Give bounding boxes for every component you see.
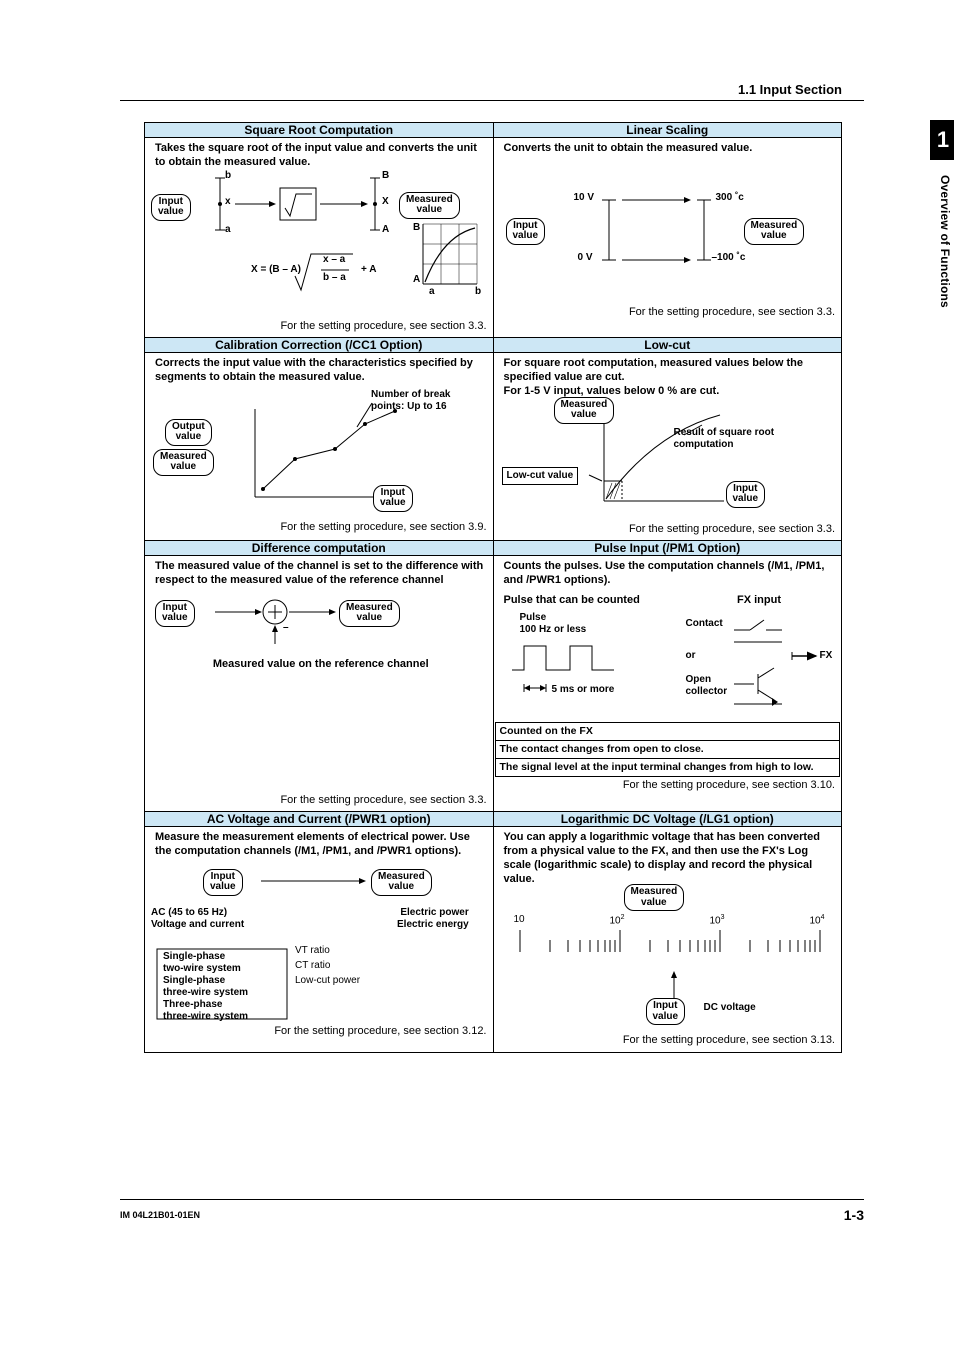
- foot-lowcut: For the setting procedure, see section 3…: [494, 523, 842, 541]
- lbl-minus: –: [283, 622, 289, 635]
- chapter-label: Overview of Functions: [938, 175, 952, 308]
- cell-logdc: You can apply a logarithmic voltage that…: [493, 827, 842, 1053]
- rule-bottom: [120, 1199, 864, 1200]
- bubble-input: Inputvalue: [155, 600, 195, 627]
- bubble-input: Inputvalue: [373, 485, 413, 512]
- formula-rhs: + A: [361, 264, 376, 277]
- lbl-systems: Single-phasetwo-wire systemSingle-phaset…: [163, 951, 248, 1023]
- bubble-measured: Measuredvalue: [624, 884, 685, 911]
- lbl-dc: DC voltage: [704, 1002, 756, 1015]
- lowcut-desc1: For square root computation, measured va…: [504, 357, 804, 383]
- lbl-electric: Electric powerElectric energy: [397, 907, 469, 932]
- foot-acv: For the setting procedure, see section 3…: [145, 1025, 493, 1043]
- bubble-measured: Measuredvalue: [339, 600, 400, 627]
- bubble-measured: Measuredvalue: [153, 449, 214, 476]
- lbl-a-low: a: [225, 224, 231, 237]
- formula-lhs: X = (B – A): [251, 264, 301, 277]
- ax-A: A: [413, 274, 420, 287]
- bubble-output: Outputvalue: [165, 419, 212, 446]
- lbl-5ms: 5 ms or more: [552, 684, 615, 697]
- cell-calib: Corrects the input value with the charac…: [145, 353, 494, 541]
- foot-calib: For the setting procedure, see section 3…: [145, 521, 493, 539]
- formula-den: b – a: [323, 272, 346, 285]
- lowcut-desc2: For 1-5 V input, values below 0 % are cu…: [504, 385, 720, 397]
- lbl-A-up: A: [382, 224, 389, 237]
- pulse-desc: Counts the pulses. Use the computation c…: [504, 560, 825, 586]
- lbl-X-up: X: [382, 196, 389, 209]
- doc-id: IM 04L21B01-01EN: [120, 1210, 200, 1220]
- pulse-subhead: Counted on the FX: [495, 722, 840, 740]
- lbl-neg100c: –100 ˚c: [712, 252, 746, 265]
- lbl-result: Result of square root computation: [674, 427, 814, 452]
- lbl-pulse: Pulse100 Hz or less: [520, 612, 587, 637]
- cell-lowcut: For square root computation, measured va…: [493, 353, 842, 541]
- ax-B: B: [413, 222, 420, 235]
- bubble-input: Inputvalue: [726, 481, 766, 508]
- bubble-measured: Measuredvalue: [371, 869, 432, 896]
- cell-pulse: Counts the pulses. Use the computation c…: [493, 556, 842, 812]
- hd-pulse: Pulse Input (/PM1 Option): [493, 541, 842, 556]
- foot-sqrt: For the setting procedure, see section 3…: [145, 320, 493, 338]
- cell-linear: Converts the unit to obtain the measured…: [493, 138, 842, 338]
- breadcrumb: 1.1 Input Section: [738, 82, 842, 97]
- cell-sqrt: Takes the square root of the input value…: [145, 138, 494, 338]
- bubble-measured: Measuredvalue: [744, 218, 805, 245]
- hd-calib: Calibration Correction (/CC1 Option): [145, 338, 494, 353]
- ax-b: b: [475, 286, 481, 299]
- hd-logdc: Logarithmic DC Voltage (/LG1 option): [493, 812, 842, 827]
- pulse-row2: The signal level at the input terminal c…: [495, 758, 840, 776]
- hd-linear: Linear Scaling: [493, 123, 842, 138]
- hd-diff: Difference computation: [145, 541, 494, 556]
- bubble-input: Inputvalue: [151, 194, 191, 221]
- lbl-B-up: B: [382, 170, 389, 183]
- pulse-heading: Pulse that can be counted: [504, 594, 640, 608]
- lbl-b-low: b: [225, 170, 231, 183]
- foot-pulse: For the setting procedure, see section 3…: [494, 779, 842, 797]
- ax-a: a: [429, 286, 435, 299]
- pulse-row1: The contact changes from open to close.: [495, 740, 840, 758]
- bubble-input: Inputvalue: [646, 998, 686, 1025]
- lbl-ac45: AC (45 to 65 Hz)Voltage and current: [151, 907, 244, 932]
- bubble-measured: Measuredvalue: [399, 192, 460, 219]
- lbl-ratios: VT ratioCT ratioLow-cut power: [295, 943, 360, 988]
- function-table: Square Root Computation Linear Scaling T…: [144, 122, 842, 1053]
- foot-logdc: For the setting procedure, see section 3…: [494, 1034, 842, 1052]
- bubble-measured: Measuredvalue: [554, 397, 615, 424]
- lbl-10v: 10 V: [574, 192, 595, 205]
- rule-top: [120, 100, 864, 101]
- lbl-300c: 300 ˚c: [716, 192, 744, 205]
- chapter-tab: 1: [930, 120, 954, 160]
- box-lowcut: Low-cut value: [502, 467, 579, 486]
- diff-caption: Measured value on the reference channel: [145, 654, 493, 674]
- cell-diff: The measured value of the channel is set…: [145, 556, 494, 812]
- lbl-or: or: [686, 650, 696, 663]
- page-number: 1-3: [844, 1207, 864, 1223]
- cell-acv: Measure the measurement elements of elec…: [145, 827, 494, 1053]
- hd-lowcut: Low-cut: [493, 338, 842, 353]
- lbl-opencollector: Open collector: [686, 674, 738, 699]
- lbl-x-low: x: [225, 196, 231, 209]
- lbl-FX: FX: [820, 650, 833, 663]
- foot-linear: For the setting procedure, see section 3…: [494, 306, 842, 324]
- lbl-contact: Contact: [686, 618, 723, 631]
- bubble-input: Inputvalue: [506, 218, 546, 245]
- lbl-break: Number of break points: Up to 16: [371, 389, 481, 414]
- formula-num: x – a: [323, 254, 345, 267]
- bubble-input: Inputvalue: [203, 869, 243, 896]
- pulse-fxinput: FX input: [737, 594, 781, 608]
- hd-sqrt: Square Root Computation: [145, 123, 494, 138]
- hd-acv: AC Voltage and Current (/PWR1 option): [145, 812, 494, 827]
- lbl-0v: 0 V: [578, 252, 593, 265]
- foot-diff: For the setting procedure, see section 3…: [145, 794, 493, 812]
